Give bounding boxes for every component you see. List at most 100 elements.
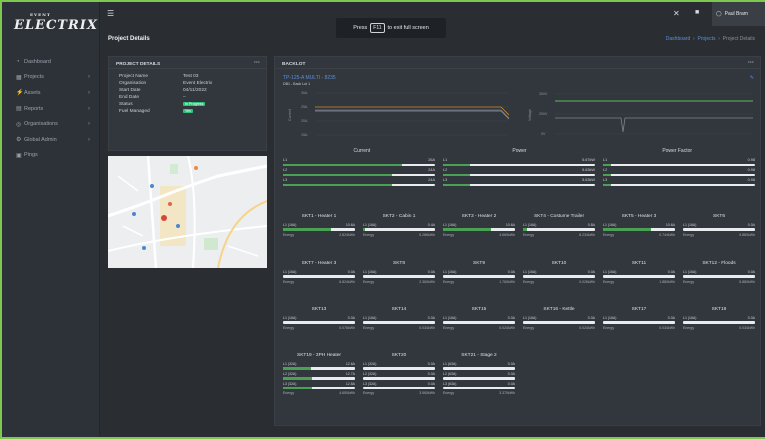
socket-bar — [283, 376, 355, 380]
socket-card-skt6[interactable]: SKT6 L1 (16A) 0.0A Energy 9.880kWh — [683, 214, 755, 237]
breadcrumb-dashboard[interactable]: Dashboard — [666, 36, 690, 42]
socket-card-skt11[interactable]: SKT11 L1 (16A) 0.0A Energy 1.880kWh — [603, 261, 675, 284]
socket-bar — [603, 275, 675, 278]
energy-label: Energy — [523, 279, 535, 284]
socket-bar-fill — [443, 228, 491, 231]
socket-card-skt13[interactable]: SKT13 L1 (16A) 0.0A Energy 0.076kWh — [283, 307, 355, 330]
detail-value: Test 03 — [183, 74, 199, 79]
socket-line: L1 (32A) 0.0A — [363, 362, 435, 366]
socket-line-value: 0.0A — [507, 316, 515, 320]
energy-label: Energy — [283, 232, 295, 237]
socket-line-value: 0.0A — [347, 270, 355, 274]
energy-value: 3.370kWh — [499, 391, 515, 396]
detail-value: 04/11/2022 — [183, 88, 207, 93]
socket-bar-fill — [283, 386, 312, 390]
energy-label: Energy — [363, 279, 375, 284]
socket-card-skt18[interactable]: SKT18 L1 (16A) 0.0A Energy 0.034kWh — [683, 307, 755, 330]
fullscreen-exit-icon[interactable]: ✕ — [673, 9, 680, 18]
socket-energy: Energy 6.824kWh — [283, 280, 355, 284]
detail-value-wrap: Yes — [183, 109, 266, 114]
socket-card-skt2-cabin-1[interactable]: SKT2 - Cabin 1 L1 (16A) 0.4A Energy 5.286kWh — [363, 214, 435, 237]
voltage-chart: Voltage 300V 200V 0V — [528, 92, 753, 136]
socket-line: L1 (16A) 0.0A — [603, 316, 675, 320]
sidebar-item-dashboard[interactable]: ◔ Dashboard — [2, 54, 100, 70]
location-map[interactable] — [108, 156, 267, 268]
socket-card-skt5-heater-3[interactable]: SKT5 - Heater 3 L1 (16A) 10.6A Energy 0.744k… — [603, 214, 675, 237]
detail-row-organisation: Organisation Event Electrix — [109, 80, 266, 87]
socket-energy: Energy 0.076kWh — [283, 326, 355, 330]
meter-row: L1 26A — [283, 158, 435, 163]
socket-card-skt1-heater-1[interactable]: SKT1 - Heater 1 L1 (16A) 10.6A Energy 2.824k… — [283, 214, 355, 237]
socket-energy: Energy 0.034kWh — [603, 326, 675, 330]
toast-before: Press — [353, 25, 368, 31]
socket-line-value: 0.0A — [747, 223, 755, 227]
phase-label: L2 — [283, 168, 288, 173]
sidebar-item-projects[interactable]: ▦ Projects › — [2, 70, 100, 86]
chevron-right-icon: › — [88, 74, 90, 81]
energy-label: Energy — [603, 279, 615, 284]
socket-energy: Energy 5.880kWh — [683, 280, 755, 284]
socket-line: L1 (16A) 0.0A — [523, 316, 595, 320]
socket-card-skt4-costume-trailer[interactable]: SKT4 - Costume Trailer L1 (16A) 0.8A Energy… — [523, 214, 595, 237]
more-options-icon[interactable]: ··· — [748, 60, 754, 66]
app-logo[interactable]: EVENT ELECTRIX — [14, 12, 98, 33]
socket-card-skt7-heater-3[interactable]: SKT7 - Heater 3 L1 (16A) 0.0A Energy 6.824kW… — [283, 261, 355, 284]
socket-energy: Energy 1.880kWh — [603, 280, 675, 284]
socket-line: L1 (16A) 0.0A — [283, 316, 355, 320]
socket-card-skt8[interactable]: SKT8 L1 (16A) 0.0A Energy 2.360kWh — [363, 261, 435, 284]
socket-title: SKT2 - Cabin 1 — [382, 214, 416, 219]
more-options-icon[interactable]: ··· — [254, 60, 260, 66]
detail-row-status: Status In Progress — [109, 101, 266, 108]
sidebar-item-reports[interactable]: ▤ Reports › — [2, 101, 100, 117]
phase-label: L3 — [443, 178, 448, 183]
socket-card-skt3-heater-2[interactable]: SKT3 - Heater 2 L1 (16A) 10.6A Energy 3.660k… — [443, 214, 515, 237]
hamburger-menu-icon[interactable]: ☰ — [107, 9, 114, 18]
sidebar-item-global-admin[interactable]: ⚙ Global Admin › — [2, 132, 100, 148]
socket-line-value: 0.0A — [427, 381, 435, 386]
socket-bar-fill — [363, 228, 366, 231]
toast-after: to exit full screen — [387, 25, 429, 31]
edit-icon[interactable]: ✎ — [750, 75, 754, 81]
socket-card-skt9[interactable]: SKT9 L1 (16A) 0.0A Energy 1.760kWh — [443, 261, 515, 284]
socket-card-skt19-3ph-heater[interactable]: SKT19 - 3PH Heater L1 (32A) 12.6A L2 (32A) 1… — [283, 353, 355, 395]
energy-value: 5.880kWh — [739, 279, 755, 284]
socket-card-skt10[interactable]: SKT10 L1 (16A) 0.0A Energy 0.026kWh — [523, 261, 595, 284]
socket-line-label: L1 (16A) — [443, 270, 457, 274]
energy-label: Energy — [523, 325, 535, 330]
socket-card-skt20[interactable]: SKT20 L1 (32A) 0.0A L2 (32A) 0.0A L3 (32A) 0.0… — [363, 353, 435, 395]
sidebar-nav: ◔ Dashboard ▦ Projects › ⚡ Assets › ▤ Reports › ◎ Or… — [2, 54, 100, 163]
energy-value: 6.824kWh — [339, 279, 355, 284]
meter-row: L3 5.63kW — [443, 178, 595, 183]
user-menu[interactable]: ◯ Paul Bram — [712, 2, 765, 26]
socket-line: L1 (63A) 0.0A — [443, 362, 515, 366]
meter-row: L2 5.63kW — [443, 168, 595, 173]
device-link[interactable]: TP-125-A MULTI - 8235 — [283, 75, 336, 81]
reports-icon: ▤ — [16, 106, 22, 113]
sidebar-item-organisations[interactable]: ◎ Organisations › — [2, 116, 100, 132]
socket-title: SKT6 — [713, 214, 725, 219]
socket-line-label: L1 (16A) — [363, 316, 377, 320]
socket-card-skt15[interactable]: SKT15 L1 (16A) 0.0A Energy 0.024kWh — [443, 307, 515, 330]
socket-card-skt12-floods[interactable]: SKT12 - Floods L1 (16A) 0.0A Energy 5.880kWh — [683, 261, 755, 284]
socket-bar — [443, 386, 515, 390]
user-icon: ◯ — [716, 11, 722, 17]
socket-card-skt17[interactable]: SKT17 L1 (16A) 0.0A Energy 0.034kWh — [603, 307, 675, 330]
breadcrumb-projects[interactable]: Projects — [697, 36, 715, 42]
detail-value: Event Electrix — [183, 81, 213, 86]
socket-line-value: 12.8A — [345, 381, 355, 386]
socket-line-label: L1 (16A) — [683, 316, 697, 320]
socket-card-skt14[interactable]: SKT14 L1 (16A) 0.0A Energy 0.034kWh — [363, 307, 435, 330]
sidebar-item-pings[interactable]: ▣ Pings — [2, 148, 100, 164]
socket-card-skt16-kettle[interactable]: SKT16 - Kettle L1 (16A) 0.0A Energy 0.024kWh — [523, 307, 595, 330]
socket-line-value: 0.0A — [587, 270, 595, 274]
sidebar-item-assets[interactable]: ⚡ Assets › — [2, 85, 100, 101]
pings-icon: ▣ — [16, 152, 22, 159]
socket-title: SKT13 — [311, 307, 327, 312]
lock-icon[interactable]: ■ — [695, 9, 699, 16]
socket-card-skt21-stage-2[interactable]: SKT21 - Stage 2 L1 (63A) 0.0A L2 (63A) 0.0A L… — [443, 353, 515, 395]
socket-bar — [603, 321, 675, 324]
socket-line-value: 0.0A — [427, 316, 435, 320]
socket-line-label: L1 (16A) — [603, 316, 617, 320]
detail-row-end-date: End Date – — [109, 94, 266, 101]
meter-power: L1 5.67kW L2 5.63kW L3 5.63kW — [443, 158, 595, 188]
